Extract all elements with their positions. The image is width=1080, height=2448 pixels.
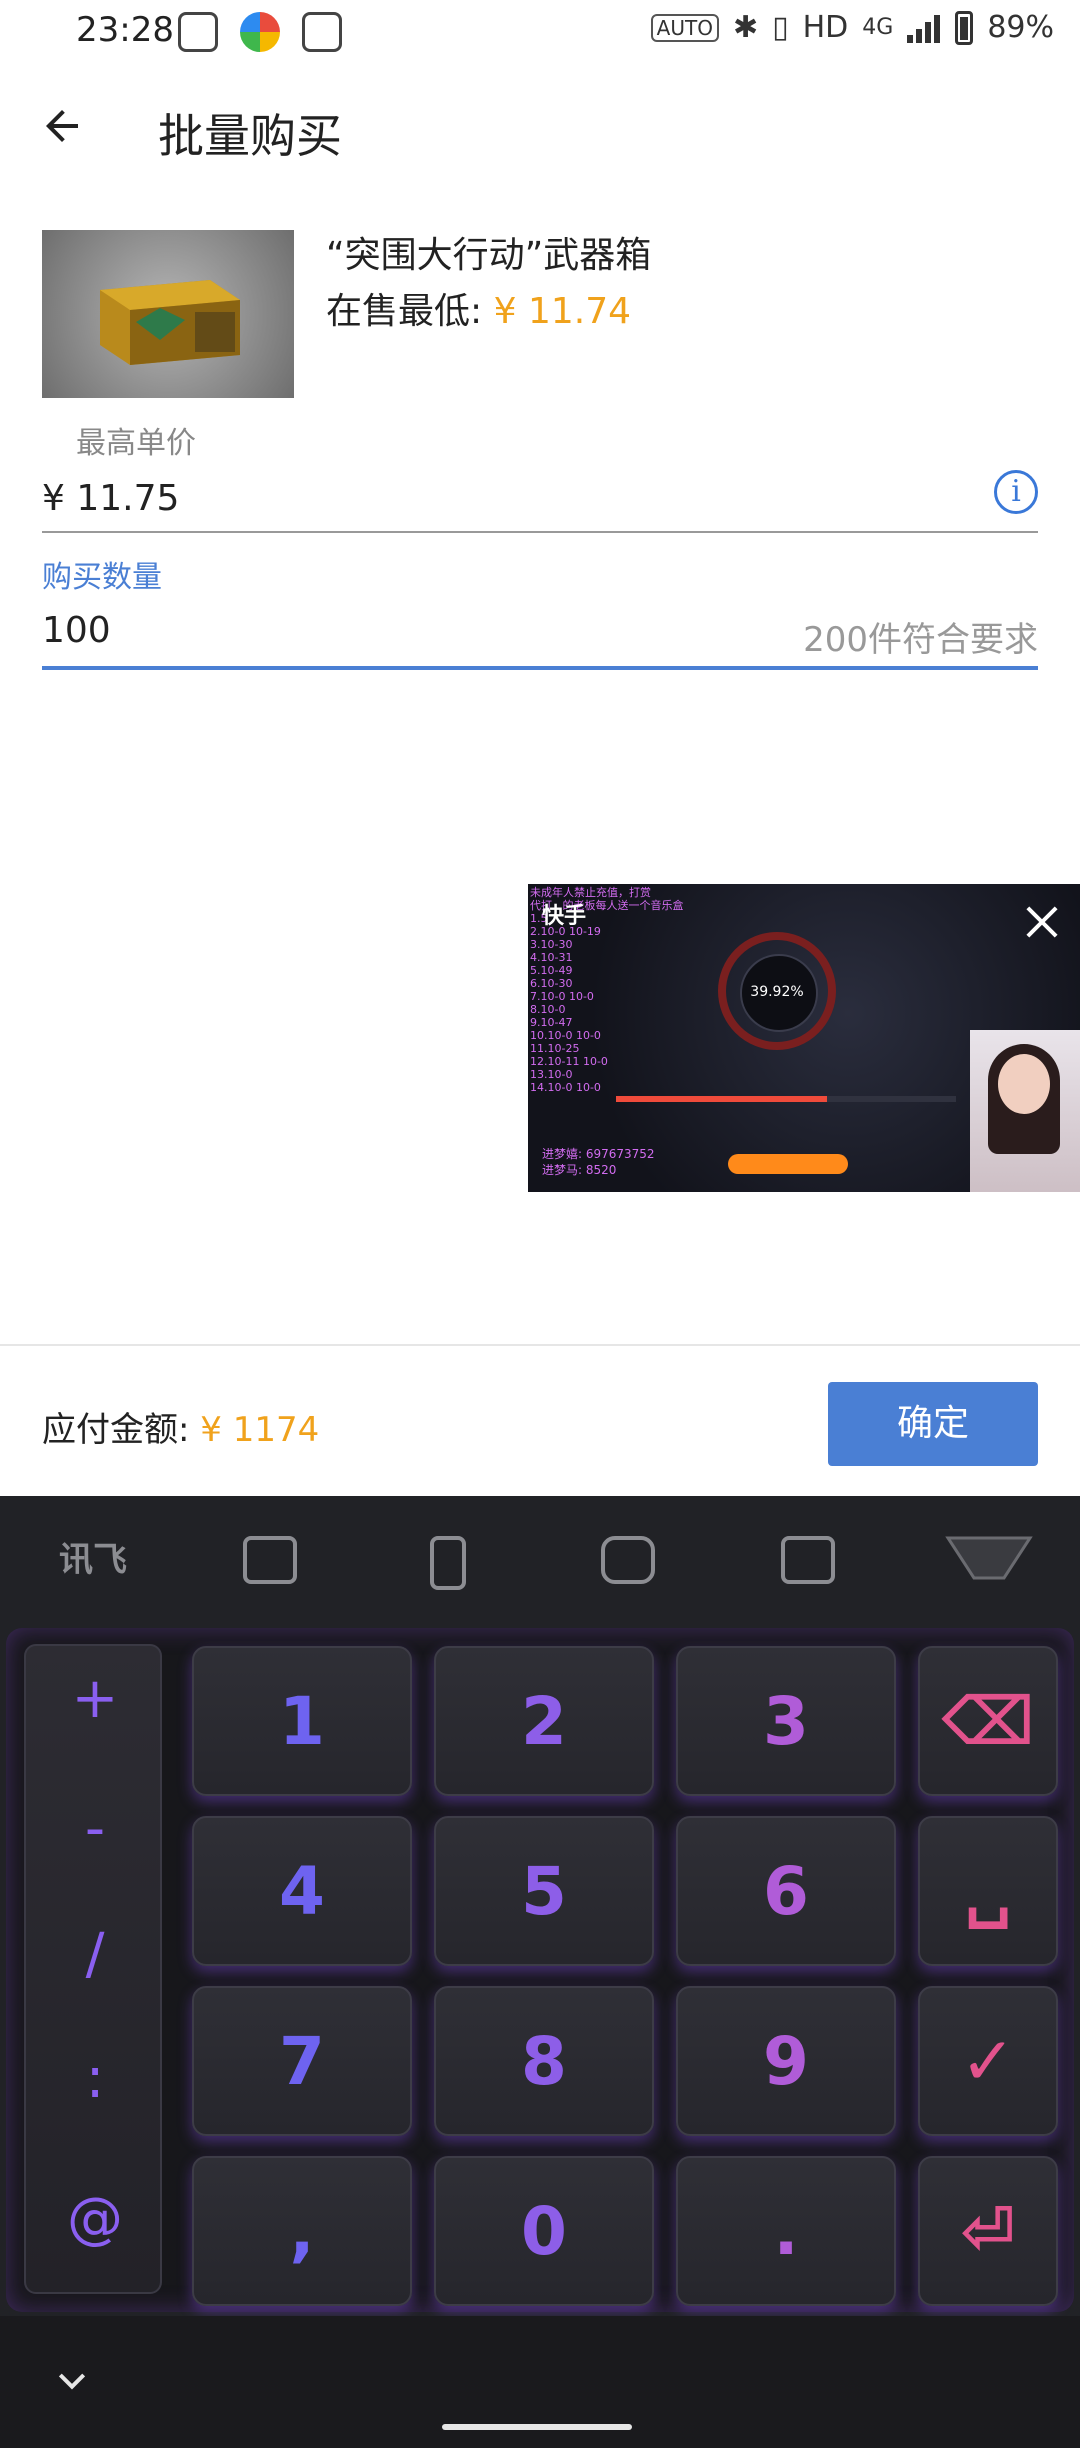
bluetooth-icon: ✱: [732, 10, 759, 45]
period-key[interactable]: .: [676, 2156, 896, 2306]
product-image: [42, 230, 294, 398]
keyboard-skin-icon[interactable]: [944, 1532, 1034, 1588]
key-8[interactable]: 8: [434, 1986, 654, 2136]
app-bar: 批量购买: [0, 64, 1080, 194]
info-icon[interactable]: i: [994, 470, 1038, 514]
quantity-label: 购买数量: [42, 560, 162, 595]
notification-icons: [178, 12, 342, 52]
back-button[interactable]: [30, 94, 94, 158]
colorful-app-icon: [240, 12, 280, 52]
colon-key[interactable]: :: [26, 2046, 164, 2111]
quantity-underline: [42, 666, 1038, 670]
lowest-price-value: ¥ 11.74: [493, 291, 632, 332]
enter-key[interactable]: ⏎: [918, 2156, 1058, 2306]
key-0[interactable]: 0: [434, 2156, 654, 2306]
battery-percent: 89%: [987, 10, 1054, 45]
key-9[interactable]: 9: [676, 1986, 896, 2136]
payable-value: ¥ 1174: [200, 1410, 320, 1450]
product-name: “突围大行动”武器箱: [326, 235, 652, 276]
key-2[interactable]: 2: [434, 1646, 654, 1796]
at-key[interactable]: @: [26, 2186, 164, 2251]
hd-label: HD: [802, 10, 849, 45]
slash-key[interactable]: /: [26, 1922, 164, 1987]
max-price-label: 最高单价: [76, 426, 196, 461]
iflytek-logo[interactable]: 讯飞: [48, 1532, 138, 1588]
space-key[interactable]: ␣: [918, 1816, 1058, 1966]
arrow-left-icon: [46, 110, 78, 142]
status-bar: 23:28 AUTO ✱ ▯ HD 4G 89%: [0, 0, 1080, 64]
symbol-column[interactable]: + - / : @: [24, 1644, 162, 2294]
page-title: 批量购买: [158, 109, 342, 163]
numeric-keypad: + - / : @ 1 2 3 ⌫ 4 5 6 ␣ 7 8 9 ✓ , 0 . …: [6, 1628, 1074, 2312]
clipboard-icon[interactable]: [240, 1532, 300, 1588]
network-label: 4G: [862, 15, 894, 40]
app-notification-icon: [178, 12, 218, 52]
navigation-bar: [0, 2316, 1080, 2448]
video-percent: 39.92%: [750, 984, 804, 1000]
payment-bar: 应付金额: ¥ 1174 确定: [0, 1344, 1080, 1498]
home-indicator[interactable]: [442, 2424, 632, 2430]
phone-layout-icon[interactable]: [418, 1532, 478, 1590]
signal-icon: [907, 13, 941, 43]
minus-key[interactable]: -: [26, 1796, 164, 1861]
kuaishou-logo: 快手: [542, 904, 587, 929]
message-icon[interactable]: [778, 1532, 838, 1588]
key-7[interactable]: 7: [192, 1986, 412, 2136]
payable-amount: 应付金额: ¥ 1174: [42, 1402, 319, 1451]
auto-hz-icon: AUTO: [650, 13, 719, 42]
max-price-field[interactable]: ¥ 11.75: [42, 478, 179, 519]
weapon-case-icon: [100, 280, 240, 365]
emoji-icon[interactable]: [598, 1532, 658, 1588]
max-price-underline: [42, 531, 1038, 533]
vibrate-icon: ▯: [772, 10, 789, 45]
payable-label: 应付金额:: [42, 1410, 190, 1450]
close-video-button[interactable]: [1022, 902, 1062, 942]
lowest-price-label: 在售最低:: [326, 291, 483, 332]
chevron-down-icon[interactable]: [52, 2360, 92, 2400]
plus-key[interactable]: +: [26, 1666, 164, 1731]
confirm-button[interactable]: 确定: [828, 1382, 1038, 1466]
video-ids: 进梦嬉: 697673752 进梦马: 8520: [542, 1147, 655, 1177]
image-icon: [302, 12, 342, 52]
done-key[interactable]: ✓: [918, 1986, 1058, 2136]
keyboard-toolbar: 讯飞: [0, 1496, 1080, 1626]
backspace-key[interactable]: ⌫: [918, 1646, 1058, 1796]
comma-key[interactable]: ,: [192, 2156, 412, 2306]
battery-icon: [955, 10, 974, 45]
quantity-input[interactable]: [42, 610, 642, 651]
streamer-face: [998, 1054, 1050, 1114]
video-slider: [616, 1096, 956, 1102]
status-time: 23:28: [76, 10, 174, 50]
video-orange-button: [728, 1154, 848, 1174]
quantity-hint: 200件符合要求: [803, 620, 1038, 660]
key-1[interactable]: 1: [192, 1646, 412, 1796]
keyboard: 讯飞 + - / : @ 1 2 3 ⌫ 4 5 6 ␣ 7 8 9 ✓ , 0…: [0, 1496, 1080, 2316]
key-6[interactable]: 6: [676, 1816, 896, 1966]
floating-video-player[interactable]: 39.92% 未成年人禁止充值，打赏 代打...的老板每人送一个音乐盒 1.5 …: [528, 884, 1080, 1192]
key-3[interactable]: 3: [676, 1646, 896, 1796]
lowest-price-row: 在售最低: ¥ 11.74: [326, 282, 631, 334]
key-5[interactable]: 5: [434, 1816, 654, 1966]
status-indicators: AUTO ✱ ▯ HD 4G 89%: [650, 10, 1054, 45]
key-4[interactable]: 4: [192, 1816, 412, 1966]
